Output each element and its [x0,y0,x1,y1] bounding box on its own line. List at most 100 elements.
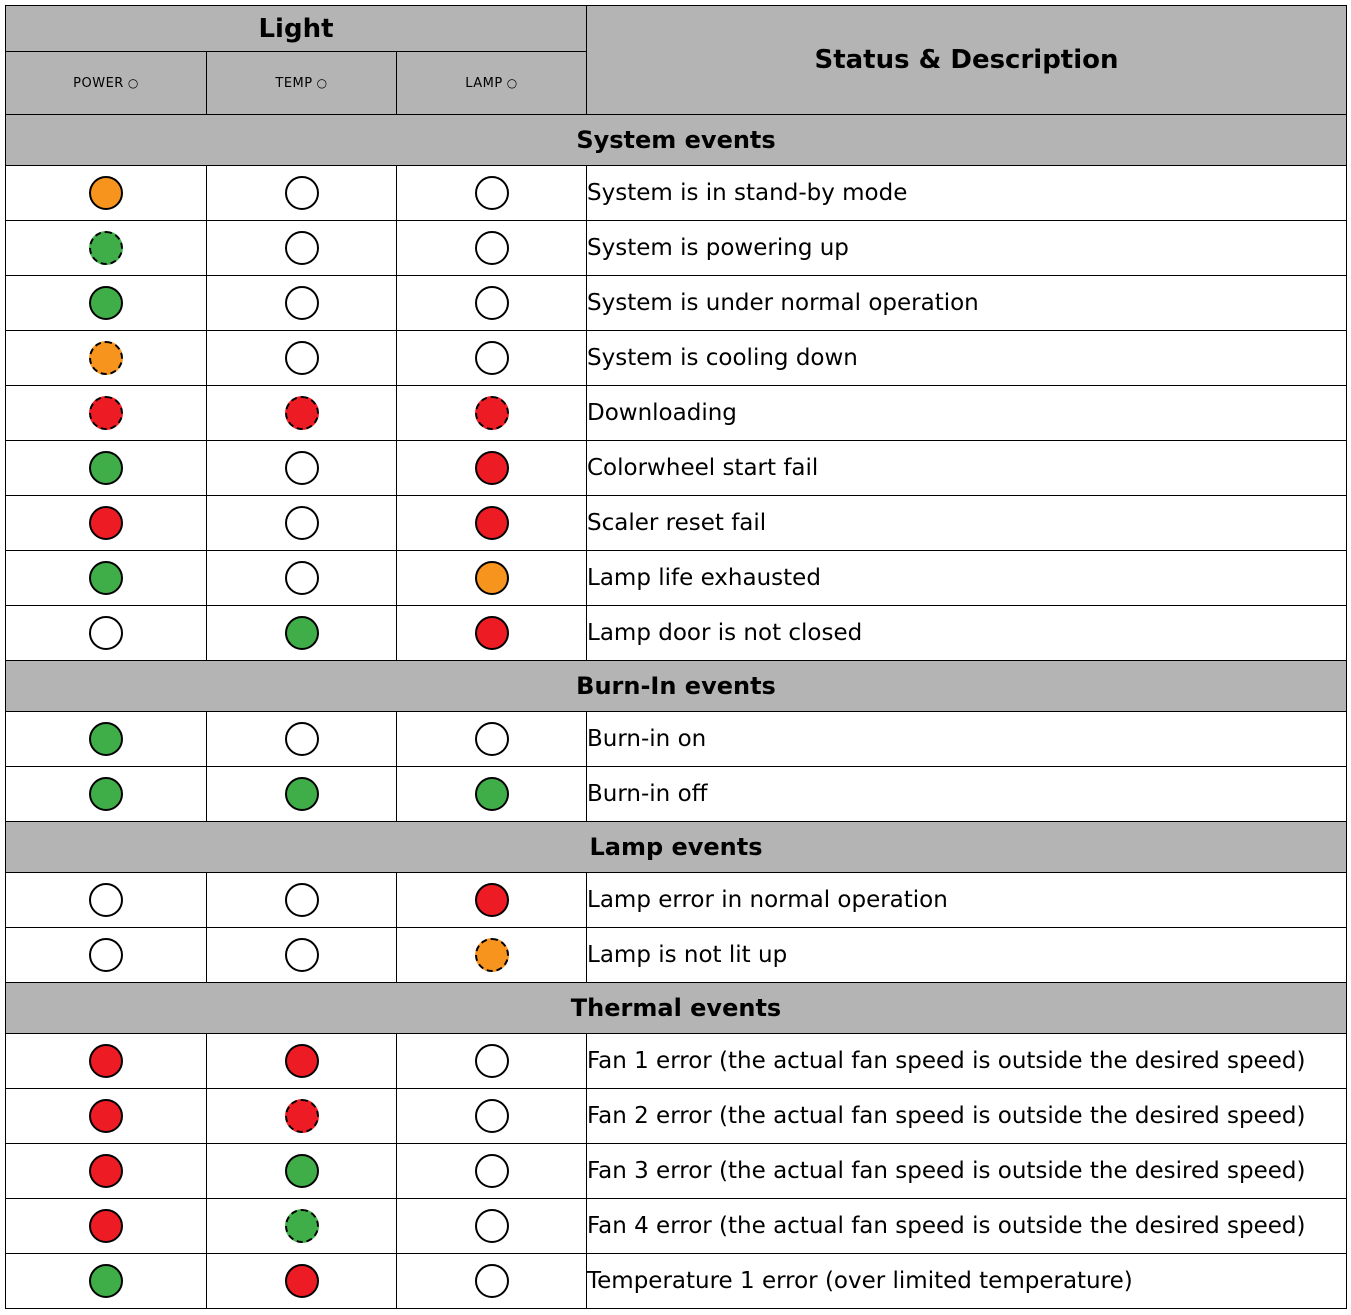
power-led-icon [89,231,123,265]
power-cell [5,220,207,276]
temp-cell [206,385,397,441]
temp-cell [206,927,397,983]
table-row: Downloading [5,385,1347,441]
table-row: System is under normal operation [5,275,1347,331]
lamp-led-icon [474,722,509,756]
power-led-icon [89,506,123,540]
power-led-icon [89,396,123,430]
power-cell [5,275,207,331]
power-led-icon [89,176,123,210]
temp-led-icon [284,231,319,265]
section-header-row: Lamp events [5,821,1347,873]
power-led-icon [89,616,123,650]
table-row: Lamp error in normal operation [5,872,1347,928]
temp-cell [206,330,397,386]
lamp-led-icon [474,1099,509,1133]
temp-cell [206,495,397,551]
section-header-row: Burn-In events [5,660,1347,712]
status-description: Burn-in off [586,766,1347,822]
section-header-row: Thermal events [5,982,1347,1034]
section-title: System events [5,114,1347,166]
status-description: Temperature 1 error (over limited temper… [586,1253,1347,1309]
temp-led-icon [284,722,319,756]
power-led-icon [89,341,123,375]
power-led-icon [89,1209,123,1243]
table-row: System is powering up [5,220,1347,276]
lamp-cell [396,711,587,767]
power-label: POWER [73,75,124,91]
power-led-icon [89,286,123,320]
status-description: Fan 2 error (the actual fan speed is out… [586,1088,1347,1144]
table-row: Lamp door is not closed [5,605,1347,661]
temp-cell [206,1253,397,1309]
table-row: Temperature 1 error (over limited temper… [5,1253,1347,1309]
temp-cell [206,711,397,767]
status-description: Downloading [586,385,1347,441]
status-description: System is cooling down [586,330,1347,386]
temp-led-icon [284,396,319,430]
lamp-cell [396,440,587,496]
status-description: Fan 1 error (the actual fan speed is out… [586,1033,1347,1089]
power-cell [5,330,207,386]
power-cell [5,872,207,928]
temp-led-icon [284,1209,319,1243]
lamp-led-icon [474,1154,509,1188]
temp-cell [206,165,397,221]
temp-led-icon [284,341,319,375]
table-row: Fan 4 error (the actual fan speed is out… [5,1198,1347,1254]
status-description-header: Status & Description [586,5,1347,115]
status-description: Fan 4 error (the actual fan speed is out… [586,1198,1347,1254]
lamp-label: LAMP [465,75,503,91]
table-row: Lamp is not lit up [5,927,1347,983]
power-cell [5,440,207,496]
temp-led-icon [284,506,319,540]
table-row: Fan 2 error (the actual fan speed is out… [5,1088,1347,1144]
temp-cell [206,1198,397,1254]
lamp-cell [396,605,587,661]
power-cell [5,1253,207,1309]
power-cell [5,385,207,441]
temp-indicator-icon: ○ [316,75,328,90]
status-description: Lamp door is not closed [586,605,1347,661]
temp-led-icon [284,176,319,210]
temp-cell [206,1088,397,1144]
temp-led-icon [284,938,319,972]
temp-cell [206,766,397,822]
temp-cell [206,550,397,606]
temp-column-header: TEMP ○ [206,51,397,115]
temp-cell [206,275,397,331]
table-row: Burn-in on [5,711,1347,767]
indicator-table: Light Status & Description POWER ○ TEMP ○ … [5,5,1347,1309]
temp-led-icon [284,286,319,320]
table-row: Colorwheel start fail [5,440,1347,496]
lamp-cell [396,1033,587,1089]
section-title: Burn-In events [5,660,1347,712]
lamp-cell [396,220,587,276]
lamp-cell [396,1253,587,1309]
power-cell [5,927,207,983]
status-description: Scaler reset fail [586,495,1347,551]
power-cell [5,1198,207,1254]
table-row: Fan 1 error (the actual fan speed is out… [5,1033,1347,1089]
lamp-led-icon [474,1264,509,1298]
temp-cell [206,872,397,928]
status-description: System is under normal operation [586,275,1347,331]
status-description: Lamp is not lit up [586,927,1347,983]
power-cell [5,1033,207,1089]
lamp-led-icon [474,616,509,650]
status-description: System is in stand-by mode [586,165,1347,221]
power-cell [5,495,207,551]
power-led-icon [89,561,123,595]
lamp-indicator-icon: ○ [506,75,518,90]
lamp-cell [396,495,587,551]
lamp-led-icon [474,1044,509,1078]
table-header: Light Status & Description POWER ○ TEMP ○ … [5,5,1347,115]
temp-led-icon [284,616,319,650]
power-led-icon [89,1264,123,1298]
power-led-icon [89,938,123,972]
power-cell [5,766,207,822]
table-row: System is cooling down [5,330,1347,386]
lamp-cell [396,766,587,822]
lamp-led-icon [474,777,509,811]
power-column-header: POWER ○ [5,51,207,115]
